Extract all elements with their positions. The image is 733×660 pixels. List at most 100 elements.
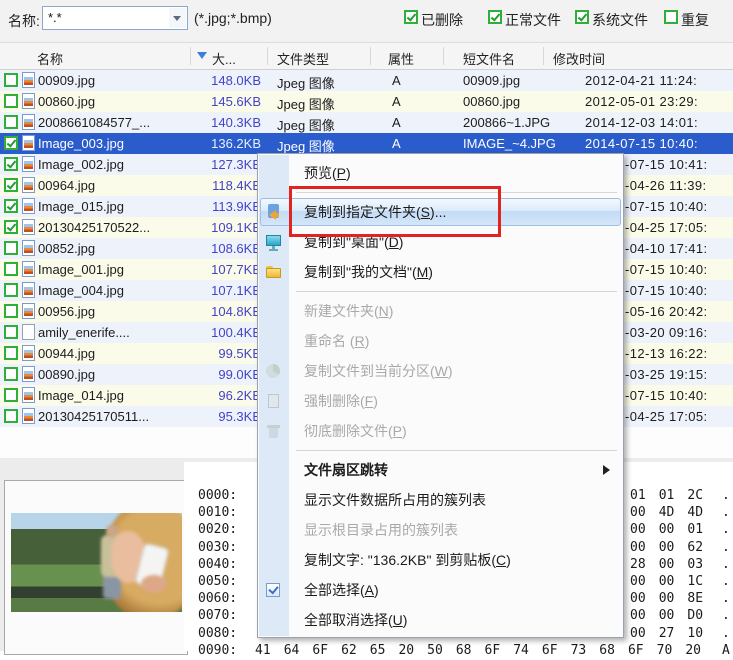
menu-item-17[interactable]: 全部取消选择(U) [258,605,623,635]
menu-item-13[interactable]: 显示文件数据所占用的簇列表 [258,485,623,515]
file-date: -07-15 10:40: [625,283,708,298]
desktop-icon [265,234,282,251]
hex-offset: 0010: [198,505,237,520]
file-row[interactable]: 2008661084577_...140.3KBJpeg 图像A200866~1… [0,112,733,133]
menu-item-2[interactable]: 复制到指定文件夹(S)... [258,197,623,227]
row-checkbox[interactable] [4,283,18,297]
column-header-4[interactable]: 属性 [388,49,414,68]
filename-pattern-combobox[interactable]: *.* [42,6,188,30]
filter-checkbox-label: 系统文件 [592,10,648,30]
hex-bytes: 41646F62652050686F746F73686F7020 [255,643,714,658]
hex-bytes: 00008E [630,591,716,606]
column-header-5[interactable]: 短文件名 [463,49,515,68]
file-name: 00860.jpg [38,94,95,109]
row-checkbox[interactable] [4,325,18,339]
menu-item-label: 重命名 (R) [304,333,369,349]
hex-ascii: . [722,505,730,520]
pattern-hint: (*.jpg;*.bmp) [194,10,272,26]
hex-offset: 0090: [198,643,237,658]
menu-item-14[interactable]: 显示根目录占用的簇列表 [258,515,623,545]
hex-offset: 0020: [198,522,237,537]
hex-offset: 0040: [198,557,237,572]
filename-pattern-value: *.* [48,10,62,25]
hex-ascii: . [722,522,730,537]
file-name: amily_enerife.... [38,325,130,340]
file-size: 148.0KB [186,73,261,88]
file-size: 109.1KB [186,220,261,235]
row-checkbox[interactable] [4,388,18,402]
row-checkbox[interactable] [4,367,18,381]
file-name: 00956.jpg [38,304,95,319]
filter-checkbox-1[interactable] [404,10,418,24]
row-checkbox[interactable] [4,136,18,150]
file-size: 99.0KB [186,367,261,382]
row-checkbox[interactable] [4,178,18,192]
file-date: 2012-05-01 23:29: [585,94,698,109]
menu-item-12[interactable]: 文件扇区跳转 [258,455,623,485]
row-checkbox[interactable] [4,409,18,423]
row-checkbox[interactable] [4,304,18,318]
jpeg-file-icon [22,198,35,214]
hex-ascii: . [722,591,730,606]
row-checkbox[interactable] [4,94,18,108]
menu-item-0[interactable]: 预览(P) [258,158,623,188]
combobox-dropdown-button[interactable] [169,8,186,28]
filter-checkbox-4[interactable] [664,10,678,24]
menu-item-7[interactable]: 重命名 (R) [258,326,623,356]
column-header-1[interactable]: 名称 [37,49,63,68]
row-checkbox[interactable] [4,199,18,213]
row-checkbox[interactable] [4,241,18,255]
menu-item-16[interactable]: 全部选择(A) [258,575,623,605]
file-size: 104.8KB [186,304,261,319]
checkmark-icon [491,11,501,21]
hex-offset: 0000: [198,488,237,503]
checkmark-icon [7,200,17,210]
file-row[interactable]: Image_003.jpg136.2KBJpeg 图像AIMAGE_~4.JPG… [0,133,733,154]
file-name: 20130425170522... [38,220,150,235]
hex-ascii: . [722,608,730,623]
list-header: 名称 大... 文件类型 属性 短文件名 修改时间 [0,42,733,70]
hex-bytes: 002710 [630,626,716,641]
menu-item-10[interactable]: 彻底删除文件(P) [258,416,623,446]
hex-offset: 0080: [198,626,237,641]
file-size: 107.7KB [186,262,261,277]
menu-item-4[interactable]: 复制到"我的文档"(M) [258,257,623,287]
filter-checkbox-3[interactable] [575,10,589,24]
column-header-2[interactable]: 大... [212,49,236,68]
row-checkbox[interactable] [4,220,18,234]
menu-item-15[interactable]: 复制文字: "136.2KB" 到剪贴板(C) [258,545,623,575]
header-separator [190,47,191,65]
menu-item-6[interactable]: 新建文件夹(N) [258,296,623,326]
row-checkbox[interactable] [4,262,18,276]
menu-item-9[interactable]: 强制删除(F) [258,386,623,416]
jpeg-file-icon [22,240,35,256]
column-header-3[interactable]: 文件类型 [277,49,329,68]
file-name: 00890.jpg [38,367,95,382]
sort-descending-icon [197,52,207,64]
file-size: 127.3KB [186,157,261,172]
menu-item-3[interactable]: 复制到"桌面"(D) [258,227,623,257]
checkmark-icon [407,11,417,21]
menu-item-label: 复制文字: "136.2KB" 到剪贴板(C) [304,552,511,568]
menu-item-label: 强制删除(F) [304,393,378,409]
submenu-arrow-icon [603,465,615,475]
preview-panel [4,480,188,655]
column-header-6[interactable]: 修改时间 [553,49,605,68]
name-filter-label: 名称: [8,11,40,31]
menu-item-8[interactable]: 复制文件到当前分区(W) [258,356,623,386]
file-date: -07-15 10:40: [625,199,708,214]
hex-bytes: 00001C [630,574,716,589]
row-checkbox[interactable] [4,346,18,360]
row-checkbox[interactable] [4,73,18,87]
file-row[interactable]: 00860.jpg145.6KBJpeg 图像A00860.jpg2012-05… [0,91,733,112]
row-checkbox[interactable] [4,157,18,171]
header-separator [267,47,268,65]
file-name: Image_004.jpg [38,283,124,298]
jpeg-file-icon [22,366,35,382]
menu-separator [258,188,623,197]
file-row[interactable]: 00909.jpg148.0KBJpeg 图像A00909.jpg2012-04… [0,70,733,91]
filter-checkbox-2[interactable] [488,10,502,24]
row-checkbox[interactable] [4,115,18,129]
file-attr: A [392,94,401,109]
menu-item-label: 预览(P) [304,165,351,181]
